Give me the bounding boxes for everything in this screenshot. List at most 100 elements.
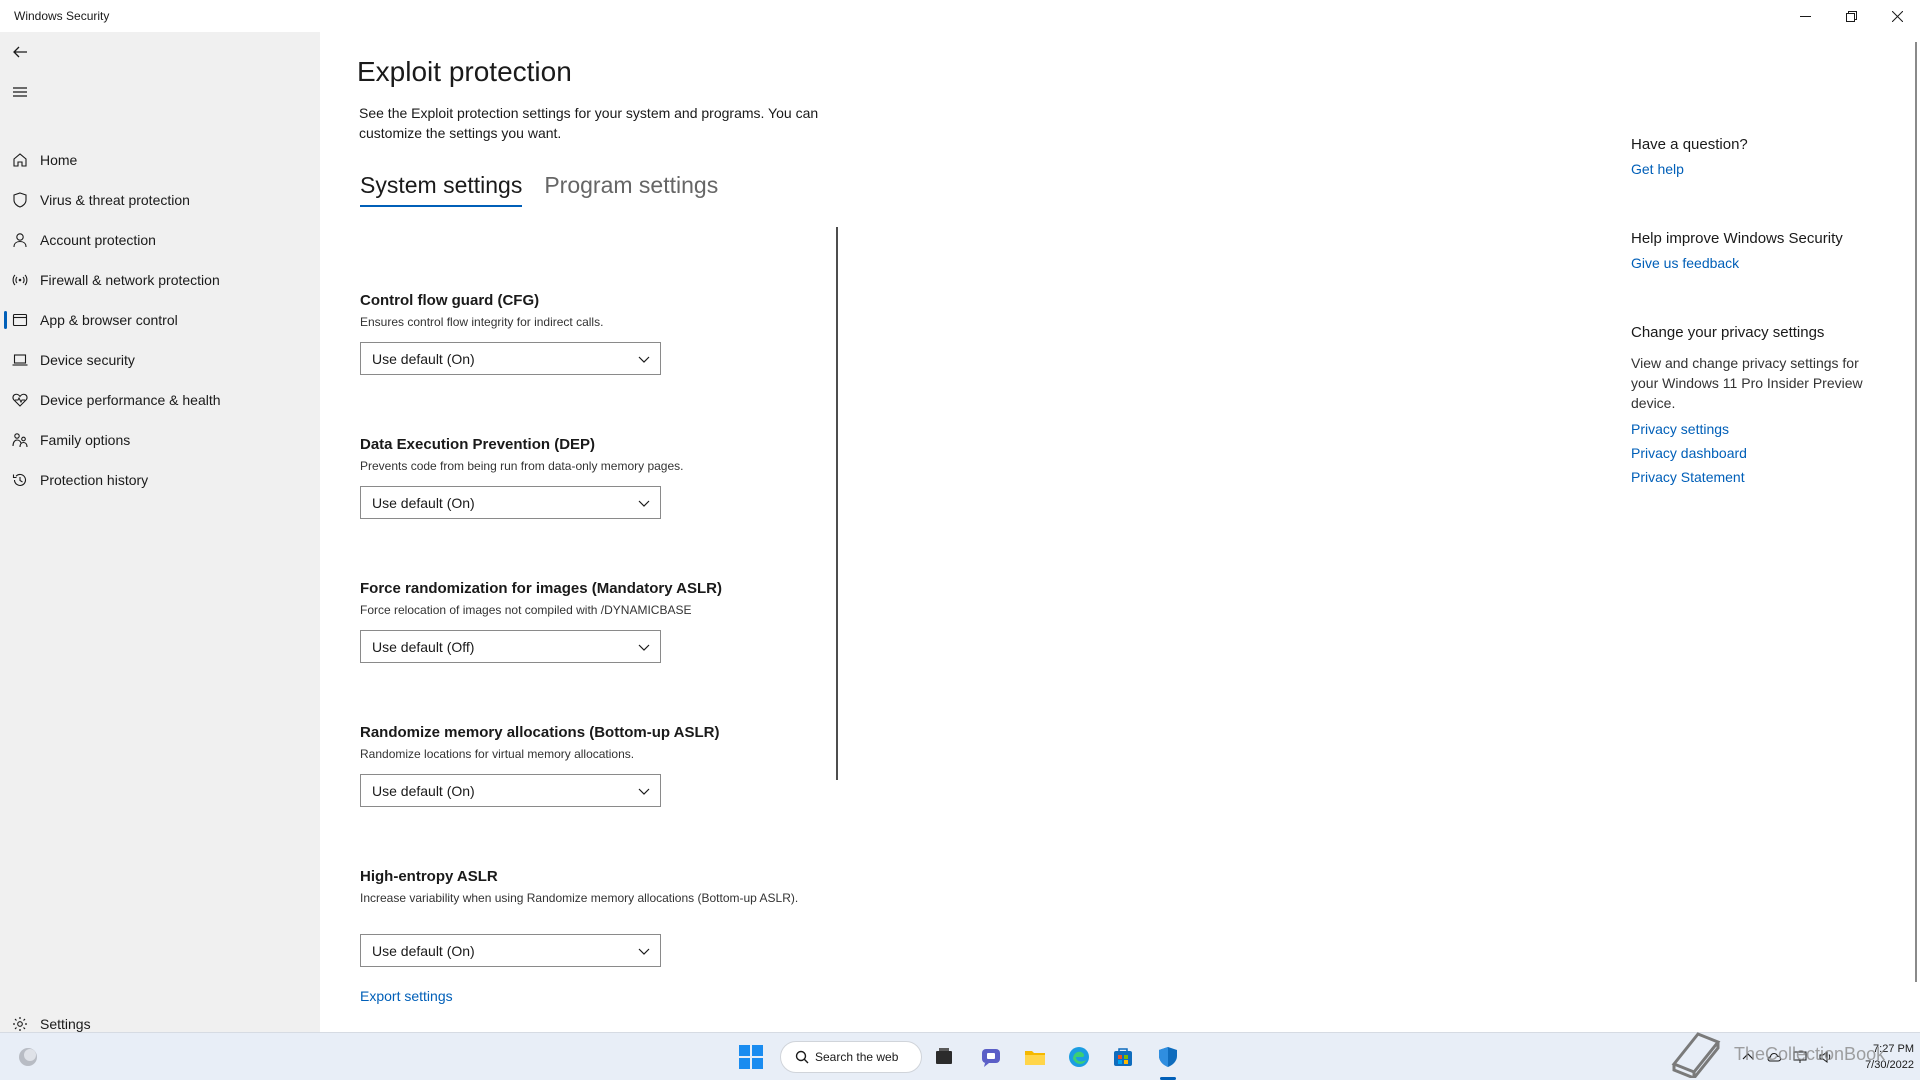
bottom-up-aslr-dropdown[interactable]: Use default (On) <box>360 774 661 807</box>
sidebar-item-device-security[interactable]: Device security <box>0 340 320 380</box>
edge-icon[interactable] <box>1065 1043 1093 1071</box>
setting-title: Force randomization for images (Mandator… <box>360 580 722 597</box>
title-bar: Windows Security <box>0 0 1920 32</box>
watermark-text: TheCollectionBook <box>1734 1044 1886 1064</box>
sidebar-item-family[interactable]: Family options <box>0 420 320 460</box>
app-window-icon <box>12 312 28 328</box>
file-explorer-icon[interactable] <box>1021 1043 1049 1071</box>
teams-chat-icon[interactable] <box>977 1043 1005 1071</box>
setting-cfg: Control flow guard (CFG) Ensures control… <box>360 292 840 375</box>
chevron-down-icon <box>638 500 650 507</box>
setting-description: Force relocation of images not compiled … <box>360 603 692 617</box>
window-scrollbar[interactable] <box>1915 42 1917 982</box>
minimize-icon <box>1799 15 1811 17</box>
dep-dropdown[interactable]: Use default (On) <box>360 486 661 519</box>
setting-mandatory-aslr: Force randomization for images (Mandator… <box>360 580 840 663</box>
settings-label: Settings <box>40 1016 91 1032</box>
settings-list: Control flow guard (CFG) Ensures control… <box>360 222 840 1022</box>
wifi-antenna-icon <box>12 272 28 288</box>
sidebar-item-label: Virus & threat protection <box>40 192 190 208</box>
privacy-dashboard-link[interactable]: Privacy dashboard <box>1631 445 1871 461</box>
restore-icon <box>1845 10 1857 22</box>
setting-description: Increase variability when using Randomiz… <box>360 891 799 905</box>
chevron-down-icon <box>638 948 650 955</box>
laptop-icon <box>12 352 28 368</box>
sidebar-nav: Home Virus & threat protection Account p… <box>0 140 320 500</box>
tab-program-settings[interactable]: Program settings <box>544 172 718 207</box>
sidebar-item-account[interactable]: Account protection <box>0 220 320 260</box>
sidebar-item-device-performance[interactable]: Device performance & health <box>0 380 320 420</box>
sidebar-item-label: Device security <box>40 352 135 368</box>
minimize-button[interactable] <box>1782 0 1828 32</box>
task-view-icon[interactable] <box>930 1043 958 1071</box>
mandatory-aslr-dropdown[interactable]: Use default (Off) <box>360 630 661 663</box>
sidebar-item-virus-threat[interactable]: Virus & threat protection <box>0 180 320 220</box>
privacy-statement-link[interactable]: Privacy Statement <box>1631 469 1871 485</box>
dropdown-value: Use default (Off) <box>372 638 475 655</box>
windows-security-icon[interactable] <box>1154 1043 1182 1071</box>
dropdown-value: Use default (On) <box>372 350 475 367</box>
privacy-section: Change your privacy settings View and ch… <box>1631 324 1871 485</box>
feedback-section: Help improve Windows Security Give us fe… <box>1631 230 1871 271</box>
sidebar-item-label: Firewall & network protection <box>40 272 220 288</box>
setting-description: Randomize locations for virtual memory a… <box>360 747 635 761</box>
back-button[interactable] <box>4 36 36 68</box>
dropdown-value: Use default (On) <box>372 494 475 511</box>
restore-button[interactable] <box>1828 0 1874 32</box>
search-text: Search the web <box>815 1050 899 1064</box>
privacy-heading: Change your privacy settings <box>1631 324 1825 341</box>
dropdown-value: Use default (On) <box>372 782 475 799</box>
help-section: Have a question? Get help <box>1631 136 1871 177</box>
dropdown-value: Use default (On) <box>372 942 475 959</box>
export-settings-link[interactable]: Export settings <box>360 988 453 1004</box>
taskbar-search[interactable]: Search the web <box>780 1041 922 1073</box>
sidebar: Home Virus & threat protection Account p… <box>0 32 320 1032</box>
weather-icon[interactable] <box>16 1045 40 1069</box>
main-content: Exploit protection See the Exploit prote… <box>320 32 1920 1032</box>
high-entropy-aslr-dropdown[interactable]: Use default (On) <box>360 934 661 967</box>
close-button[interactable] <box>1874 0 1920 32</box>
privacy-settings-link[interactable]: Privacy settings <box>1631 421 1871 437</box>
close-icon <box>1891 10 1903 22</box>
sidebar-item-protection-history[interactable]: Protection history <box>0 460 320 500</box>
gear-icon <box>12 1016 28 1032</box>
start-icon[interactable] <box>737 1043 765 1071</box>
sidebar-item-label: Family options <box>40 432 131 448</box>
setting-description: Prevents code from being run from data-o… <box>360 459 684 473</box>
page-title: Exploit protection <box>357 56 572 87</box>
sidebar-item-home[interactable]: Home <box>0 140 320 180</box>
chevron-down-icon <box>638 788 650 795</box>
sidebar-item-label: Home <box>40 152 78 168</box>
content-scrollbar[interactable] <box>836 227 838 780</box>
setting-bottom-up-aslr: Randomize memory allocations (Bottom-up … <box>360 724 840 807</box>
sidebar-item-label: App & browser control <box>40 312 178 328</box>
back-arrow-icon <box>13 46 27 58</box>
feedback-heading: Help improve Windows Security <box>1631 230 1843 247</box>
store-icon[interactable] <box>1109 1043 1137 1071</box>
window-title: Windows Security <box>14 9 110 23</box>
hamburger-menu-button[interactable] <box>4 76 36 108</box>
sidebar-item-firewall[interactable]: Firewall & network protection <box>0 260 320 300</box>
search-icon <box>795 1050 809 1064</box>
sidebar-item-label: Account protection <box>40 232 156 248</box>
sidebar-item-label: Protection history <box>40 472 149 488</box>
taskbar: Search the web 7:27 PM 7/30/2022 <box>0 1032 1920 1080</box>
tab-bar: System settings Program settings <box>360 172 718 207</box>
help-heading: Have a question? <box>1631 136 1748 153</box>
cfg-dropdown[interactable]: Use default (On) <box>360 342 661 375</box>
family-icon <box>12 432 28 448</box>
history-icon <box>12 472 28 488</box>
hamburger-menu-icon <box>13 87 27 97</box>
setting-dep: Data Execution Prevention (DEP) Prevents… <box>360 436 840 519</box>
setting-high-entropy-aslr: High-entropy ASLR Increase variability w… <box>360 868 840 967</box>
setting-description: Ensures control flow integrity for indir… <box>360 315 604 329</box>
get-help-link[interactable]: Get help <box>1631 161 1871 177</box>
shield-icon <box>12 192 28 208</box>
chevron-down-icon <box>638 644 650 651</box>
privacy-text: View and change privacy settings for you… <box>1631 355 1863 411</box>
tab-system-settings[interactable]: System settings <box>360 172 523 207</box>
give-feedback-link[interactable]: Give us feedback <box>1631 255 1871 271</box>
heart-pulse-icon <box>12 392 28 408</box>
chevron-down-icon <box>638 356 650 363</box>
sidebar-item-app-browser[interactable]: App & browser control <box>0 300 320 340</box>
